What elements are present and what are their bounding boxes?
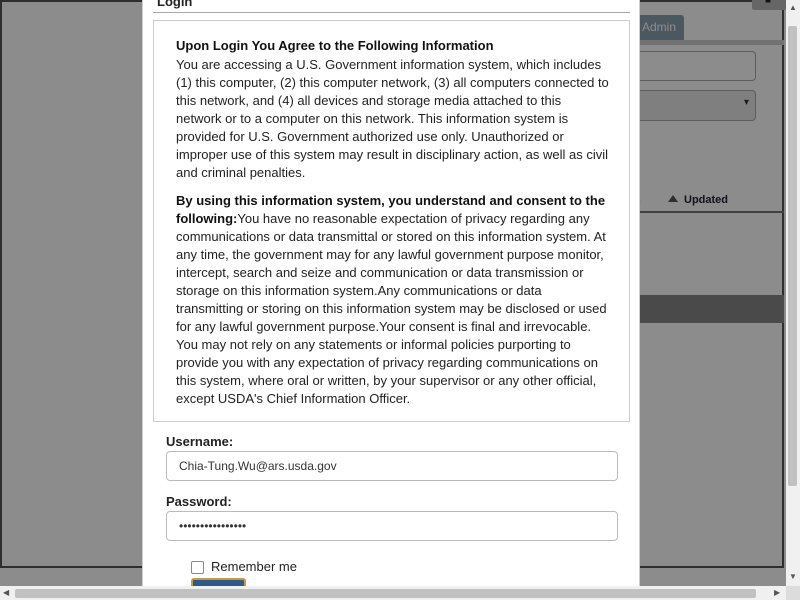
remember-me[interactable]: Remember me — [191, 559, 341, 577]
notice-heading: Upon Login You Agree to the Following In… — [176, 38, 494, 53]
notice-consent-text: You have no reasonable expectation of pr… — [176, 211, 607, 406]
password-label: Password: — [166, 494, 232, 509]
remember-me-label[interactable]: Remember me — [211, 559, 297, 574]
horizontal-scrollbar[interactable]: ◀ ▶ — [0, 586, 786, 600]
scrollbar-corner — [786, 586, 800, 600]
vertical-scrollbar[interactable]: ▲ ▼ — [786, 0, 800, 586]
divider — [153, 12, 630, 13]
password-field[interactable]: •••••••••••••••• — [166, 511, 618, 541]
consent-notice: Upon Login You Agree to the Following In… — [153, 20, 630, 422]
username-label: Username: — [166, 434, 234, 449]
remember-me-checkbox[interactable] — [191, 561, 204, 574]
scroll-right-icon[interactable]: ▶ — [774, 588, 780, 597]
notice-paragraph-1: You are accessing a U.S. Government info… — [176, 57, 609, 180]
scroll-down-icon[interactable]: ▼ — [789, 572, 797, 581]
username-field[interactable]: Chia-Tung.Wu@ars.usda.gov — [166, 451, 618, 481]
login-modal: Login Upon Login You Agree to the Follow… — [142, 0, 640, 586]
scroll-up-icon[interactable]: ▲ — [789, 3, 797, 12]
notice-paragraph-2: By using this information system, you un… — [176, 192, 612, 408]
vertical-scroll-thumb[interactable] — [788, 26, 797, 486]
horizontal-scroll-thumb[interactable] — [15, 589, 756, 598]
modal-title: Login — [157, 0, 193, 9]
login-button[interactable] — [191, 578, 246, 586]
scroll-left-icon[interactable]: ◀ — [3, 588, 9, 597]
